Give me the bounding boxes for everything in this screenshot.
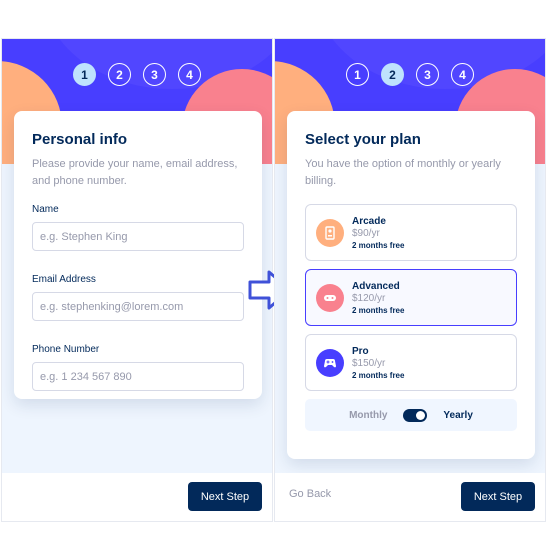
- step-3[interactable]: 3: [416, 63, 439, 86]
- plan-name: Arcade: [352, 215, 386, 227]
- plan-price: $90/yr: [352, 227, 380, 239]
- plan-bonus: 2 months free: [352, 305, 405, 315]
- page-description: Please provide your name, email address,…: [32, 158, 238, 187]
- phone-label: Phone Number: [32, 344, 100, 355]
- page-title: Select your plan: [305, 131, 421, 148]
- phone-field[interactable]: [32, 362, 244, 391]
- name-field[interactable]: [32, 222, 244, 251]
- billing-toggle[interactable]: [403, 408, 428, 422]
- select-plan-panel: 1 2 3 4 Select your plan You have the op…: [274, 38, 546, 522]
- page-title: Personal info: [32, 131, 128, 148]
- step-4[interactable]: 4: [451, 63, 474, 86]
- monthly-label[interactable]: Monthly: [349, 410, 387, 421]
- plan-name: Advanced: [352, 280, 400, 292]
- step-4[interactable]: 4: [178, 63, 201, 86]
- billing-toggle-row: Monthly Yearly: [305, 399, 517, 431]
- go-back-button[interactable]: Go Back: [289, 488, 331, 500]
- gamepad-icon: [316, 283, 344, 312]
- name-label: Name: [32, 204, 59, 215]
- email-label: Email Address: [32, 274, 96, 285]
- next-step-button[interactable]: Next Step: [461, 482, 535, 511]
- step-3[interactable]: 3: [143, 63, 166, 86]
- step-2[interactable]: 2: [108, 63, 131, 86]
- next-step-button[interactable]: Next Step: [188, 482, 262, 511]
- step-2[interactable]: 2: [381, 63, 404, 86]
- step-1[interactable]: 1: [346, 63, 369, 86]
- plan-bonus: 2 months free: [352, 240, 405, 250]
- email-field[interactable]: [32, 292, 244, 321]
- step-indicator: 1 2 3 4: [2, 63, 272, 86]
- arcade-icon: [316, 218, 344, 247]
- plan-bonus: 2 months free: [352, 370, 405, 380]
- footer: Go Back Next Step: [275, 473, 545, 521]
- personal-info-card: Personal info Please provide your name, …: [14, 111, 262, 399]
- plan-pro[interactable]: Pro $150/yr 2 months free: [305, 334, 517, 391]
- select-plan-card: Select your plan You have the option of …: [287, 111, 535, 459]
- controller-icon: [316, 348, 344, 377]
- personal-info-panel: 1 2 3 4 Personal info Please provide you…: [1, 38, 273, 522]
- plan-arcade[interactable]: Arcade $90/yr 2 months free: [305, 204, 517, 261]
- plan-advanced[interactable]: Advanced $120/yr 2 months free: [305, 269, 517, 326]
- plan-price: $120/yr: [352, 292, 386, 304]
- step-1[interactable]: 1: [73, 63, 96, 86]
- page-description: You have the option of monthly or yearly…: [305, 158, 501, 187]
- toggle-knob: [416, 410, 426, 420]
- plan-name: Pro: [352, 345, 369, 357]
- plan-price: $150/yr: [352, 357, 386, 369]
- step-indicator: 1 2 3 4: [275, 63, 545, 86]
- yearly-label[interactable]: Yearly: [443, 410, 472, 421]
- footer: Next Step: [2, 473, 272, 521]
